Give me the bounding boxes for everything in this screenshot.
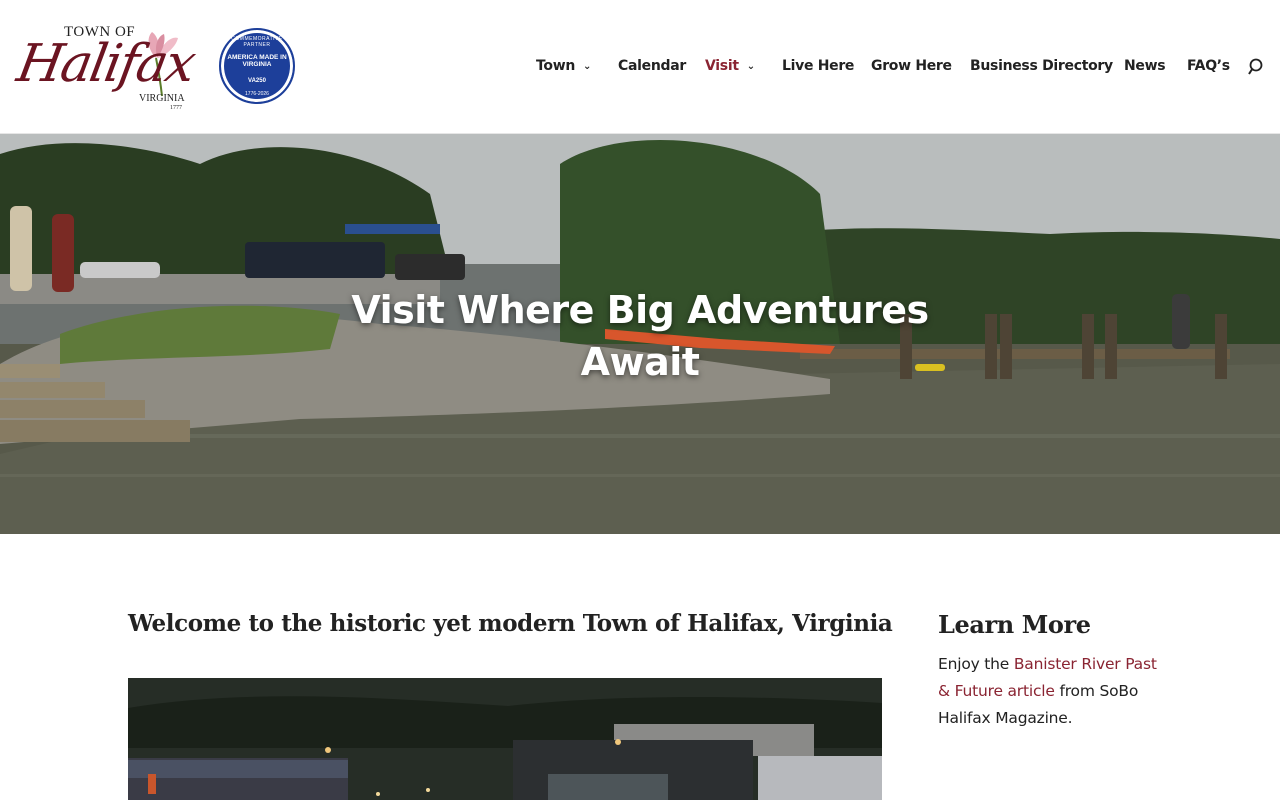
logo-year: 1777 — [170, 105, 182, 111]
search-icon[interactable] — [1248, 58, 1266, 76]
town-logo[interactable]: TOWN OF Halifax VIRGINIA 1777 — [12, 20, 219, 120]
sidebar-text-before: Enjoy the — [938, 655, 1014, 673]
nav-item-label: FAQ’s — [1187, 58, 1230, 74]
nav-item-label: Calendar — [618, 58, 686, 74]
nav-item-label: Town — [536, 58, 576, 74]
main-heading: Welcome to the historic yet modern Town … — [128, 610, 893, 637]
nav-item-town[interactable]: Town ⌄ — [536, 58, 591, 74]
logo-state: VIRGINIA — [139, 93, 185, 104]
seal-years: 1776-2026 — [245, 91, 269, 97]
logo-script-name: Halifax — [12, 34, 199, 94]
nav-item-label: News — [1124, 58, 1166, 74]
town-night-photo-drawing — [128, 678, 882, 800]
nav-item-grow-here[interactable]: Grow Here — [871, 58, 952, 74]
sidebar-text: Enjoy the Banister River Past & Future a… — [938, 651, 1168, 732]
nav-item-visit[interactable]: Visit ⌄ — [705, 58, 755, 74]
seal-arc-text: COMMEMORATIVE PARTNER — [231, 36, 283, 48]
nav-item-label: Live Here — [782, 58, 855, 74]
va250-seal[interactable]: COMMEMORATIVE PARTNER AMERICA MADE IN VI… — [219, 28, 295, 104]
nav-item-calendar[interactable]: Calendar — [618, 58, 686, 74]
seal-short-text: VA250 — [248, 78, 266, 84]
nav-item-label: Visit — [705, 58, 739, 74]
nav-item-faqs[interactable]: FAQ’s — [1187, 58, 1230, 74]
hero-banner: Visit Where Big Adventures Await — [0, 134, 1280, 534]
nav-item-news[interactable]: News — [1124, 58, 1166, 74]
seal-main-text: AMERICA MADE IN VIRGINIA — [227, 54, 287, 68]
sidebar-title: Learn More — [938, 610, 1091, 639]
nav-item-label: Business Directory — [970, 58, 1113, 74]
nav-item-label: Grow Here — [871, 58, 952, 74]
nav-item-live-here[interactable]: Live Here — [782, 58, 854, 74]
chevron-down-icon: ⌄ — [746, 61, 755, 72]
hero-title: Visit Where Big Adventures Await — [351, 288, 929, 384]
nav-item-business-directory[interactable]: Business Directory — [970, 58, 1113, 74]
town-night-photo — [128, 678, 882, 800]
chevron-down-icon: ⌄ — [583, 61, 592, 72]
site-header: TOWN OF Halifax VIRGINIA 1777 COMMEMORAT… — [0, 0, 1280, 134]
